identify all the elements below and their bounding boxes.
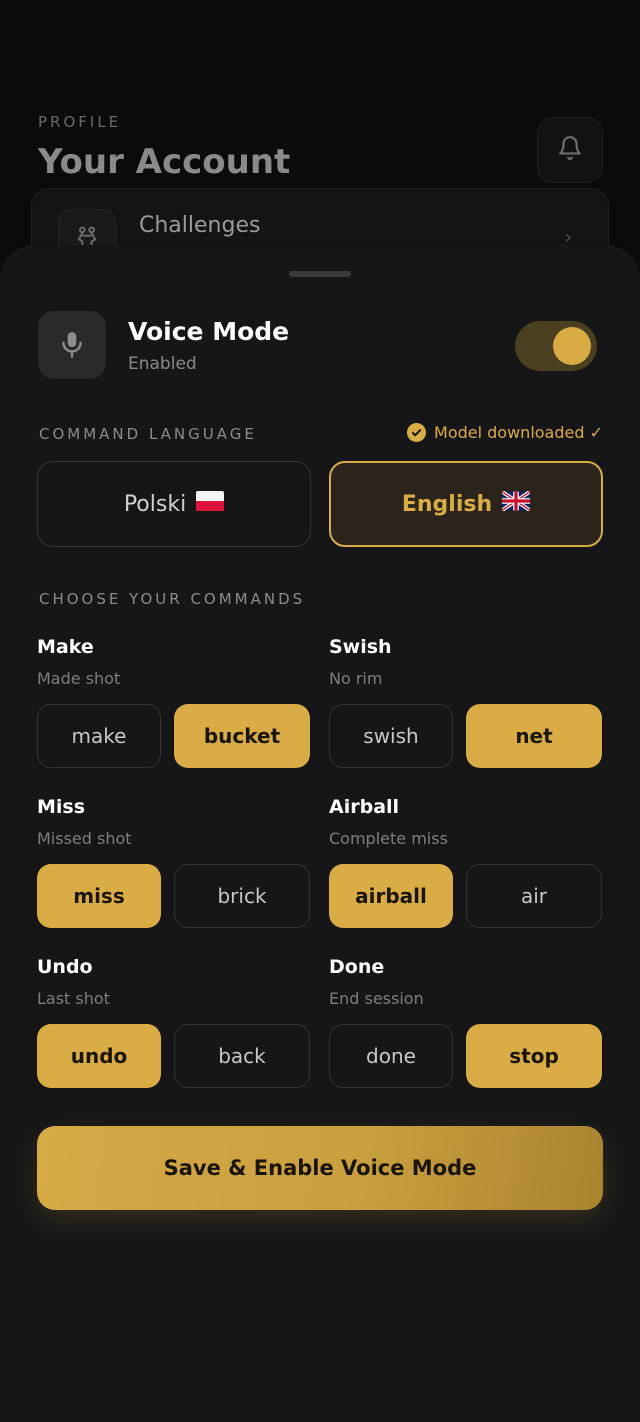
command-subtitle-swish: No rim xyxy=(329,669,383,688)
language-label: Polski xyxy=(123,491,187,517)
challenges-label: Challenges xyxy=(139,213,261,238)
command-option-brick[interactable]: brick xyxy=(174,864,310,928)
bell-icon xyxy=(557,135,583,165)
poland-flag-icon xyxy=(196,491,225,517)
voice-mode-status: Enabled xyxy=(128,354,197,374)
command-subtitle-make: Made shot xyxy=(37,669,121,688)
command-option-back[interactable]: back xyxy=(174,1024,310,1088)
command-title-make: Make xyxy=(37,636,94,658)
toggle-knob xyxy=(553,327,591,365)
notification-button[interactable] xyxy=(537,117,603,183)
command-option-make[interactable]: make xyxy=(37,704,161,768)
language-label: English xyxy=(401,491,493,517)
choose-commands-label: CHOOSE YOUR COMMANDS xyxy=(39,590,306,608)
command-option-bucket[interactable]: bucket xyxy=(174,704,310,768)
command-title-airball: Airball xyxy=(329,796,400,818)
voice-mode-sheet: Voice Mode Enabled COMMAND LANGUAGE Mode… xyxy=(0,245,640,1422)
check-circle-icon xyxy=(407,423,427,442)
command-subtitle-done: End session xyxy=(329,989,424,1008)
language-option-english[interactable]: English xyxy=(329,461,603,547)
command-option-miss[interactable]: miss xyxy=(37,864,161,928)
command-option-stop[interactable]: stop xyxy=(466,1024,602,1088)
model-status-text: Model downloaded ✓ xyxy=(434,423,603,442)
command-subtitle-miss: Missed shot xyxy=(37,829,132,848)
command-option-done[interactable]: done xyxy=(329,1024,453,1088)
command-option-airball[interactable]: airball xyxy=(329,864,453,928)
command-subtitle-airball: Complete miss xyxy=(329,829,448,848)
model-download-status: Model downloaded ✓ xyxy=(407,423,603,442)
page-title: Your Account xyxy=(38,142,291,182)
uk-flag-icon xyxy=(502,491,531,517)
microphone-icon xyxy=(38,311,106,379)
language-option-polski[interactable]: Polski xyxy=(37,461,311,547)
sheet-drag-handle[interactable] xyxy=(289,271,351,277)
command-language-label: COMMAND LANGUAGE xyxy=(39,425,257,443)
command-title-miss: Miss xyxy=(37,796,86,818)
command-title-swish: Swish xyxy=(329,636,392,658)
voice-mode-title: Voice Mode xyxy=(128,317,290,346)
voice-mode-toggle[interactable] xyxy=(515,321,597,371)
command-option-air[interactable]: air xyxy=(466,864,602,928)
command-option-net[interactable]: net xyxy=(466,704,602,768)
profile-eyebrow: PROFILE xyxy=(38,113,122,131)
command-subtitle-undo: Last shot xyxy=(37,989,110,1008)
command-title-done: Done xyxy=(329,956,385,978)
command-option-swish[interactable]: swish xyxy=(329,704,453,768)
command-option-undo[interactable]: undo xyxy=(37,1024,161,1088)
command-title-undo: Undo xyxy=(37,956,93,978)
save-enable-voice-mode-button[interactable]: Save & Enable Voice Mode xyxy=(37,1126,603,1210)
